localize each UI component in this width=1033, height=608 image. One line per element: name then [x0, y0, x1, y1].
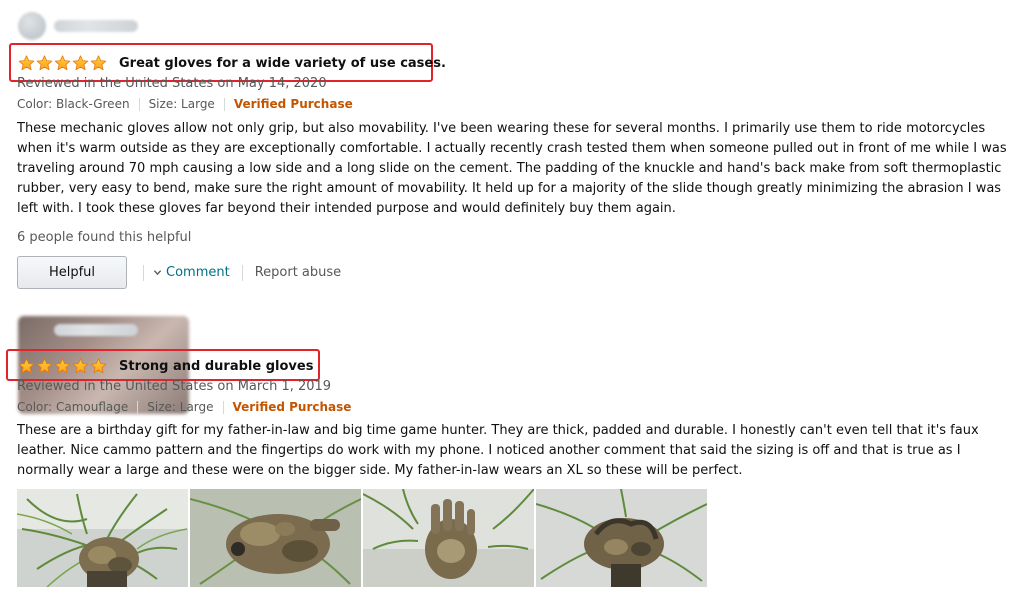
divider	[223, 97, 225, 111]
variant-color[interactable]: Color: Black-Green	[17, 97, 130, 111]
avatar[interactable]	[18, 12, 46, 40]
star-icon	[36, 55, 53, 71]
star-icon	[54, 55, 71, 71]
verified-purchase-badge: Verified Purchase	[232, 400, 352, 414]
review-photo[interactable]	[363, 489, 534, 587]
review-photo-strip	[17, 489, 707, 587]
review-title-row: Great gloves for a wide variety of use c…	[18, 53, 446, 73]
star-rating[interactable]	[18, 358, 107, 374]
star-icon	[90, 55, 107, 71]
review-title-row: Strong and durable gloves	[18, 356, 313, 376]
star-icon	[18, 358, 35, 374]
variant-size: Size: Large	[147, 400, 214, 414]
reviewer-name-blurred[interactable]	[54, 20, 138, 32]
variant-row: Color: Camouflage Size: Large Verified P…	[17, 400, 351, 414]
review-actions: Helpful Comment Report abuse	[17, 256, 341, 289]
divider	[143, 264, 144, 281]
helpful-count: 6 people found this helpful	[17, 230, 192, 245]
star-icon	[18, 55, 35, 71]
chevron-down-icon	[153, 270, 162, 276]
divider	[137, 400, 139, 414]
review-photo[interactable]	[17, 489, 188, 587]
reviewer-name-blurred[interactable]	[54, 324, 138, 336]
variant-color[interactable]: Color: Camouflage	[17, 400, 128, 414]
comment-label[interactable]: Comment	[166, 265, 230, 280]
star-icon	[72, 55, 89, 71]
star-rating[interactable]	[18, 55, 107, 71]
review-title[interactable]: Great gloves for a wide variety of use c…	[119, 56, 446, 71]
comment-link[interactable]: Comment	[153, 265, 230, 280]
review-photo[interactable]	[190, 489, 361, 587]
variant-row: Color: Black-Green Size: Large Verified …	[17, 97, 353, 111]
review-title[interactable]: Strong and durable gloves	[119, 359, 313, 374]
divider	[222, 400, 224, 414]
helpful-button[interactable]: Helpful	[17, 256, 127, 289]
variant-size: Size: Large	[148, 97, 215, 111]
report-abuse-link[interactable]: Report abuse	[255, 265, 341, 280]
divider	[138, 97, 140, 111]
verified-purchase-badge: Verified Purchase	[233, 97, 353, 111]
review-photo[interactable]	[536, 489, 707, 587]
star-icon	[36, 358, 53, 374]
star-icon	[72, 358, 89, 374]
star-icon	[54, 358, 71, 374]
review-body: These are a birthday gift for my father-…	[17, 423, 979, 478]
star-icon	[90, 358, 107, 374]
review-date: Reviewed in the United States on March 1…	[17, 379, 332, 394]
review-date: Reviewed in the United States on May 14,…	[17, 76, 327, 91]
divider	[241, 264, 243, 281]
review-body: These mechanic gloves allow not only gri…	[17, 121, 1007, 216]
